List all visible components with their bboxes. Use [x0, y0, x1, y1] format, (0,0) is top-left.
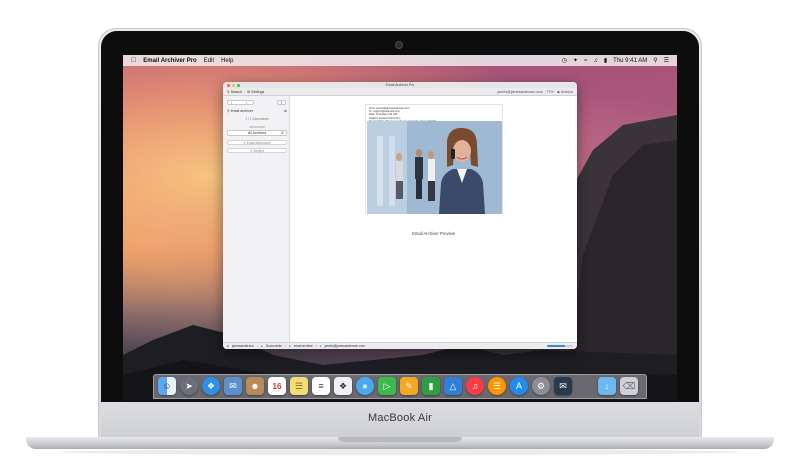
account-status: james@jamesandersen.com · 77%	[497, 89, 554, 94]
numbers-icon[interactable]: ▮	[422, 377, 440, 395]
battery-icon[interactable]: ▮	[604, 57, 607, 64]
brand-label: MacBook Air	[368, 412, 432, 424]
search-toolbar-button[interactable]: ⚲ Search	[227, 90, 242, 94]
menu-help[interactable]: Help	[221, 58, 233, 64]
window-toolbar: ⚲ Search ⚙ Settings james@jamesandersen.…	[223, 88, 577, 96]
close-button[interactable]	[227, 83, 230, 87]
window-controls	[227, 83, 240, 87]
sidebar-search-input[interactable]: email archiver	[231, 109, 253, 113]
bluetooth-icon[interactable]: ✦	[573, 57, 578, 64]
archive-select[interactable]: All Archives ⇵	[227, 130, 287, 136]
volume-icon[interactable]: ♫	[593, 58, 598, 64]
music-icon[interactable]: ♫	[466, 377, 484, 395]
archive-toolbar-button[interactable]: ▶ Archive	[557, 90, 573, 94]
email-addresses-placeholder: Email Addresses	[246, 141, 271, 145]
time-machine-icon[interactable]: ◷	[562, 57, 567, 64]
search-toolbar-label: Search	[230, 89, 243, 94]
pages-icon[interactable]: ✎	[400, 377, 418, 395]
messages-icon[interactable]: ●	[356, 377, 374, 395]
email-addresses-field[interactable]: ⚲ Email Addresses	[227, 140, 287, 145]
launchpad-icon[interactable]: ➤	[180, 377, 198, 395]
laptop-stage:  Email Archiver Pro Edit Help ◷ ✦ ≈ ♫ ▮…	[0, 0, 800, 460]
search-icon: ⚲	[227, 109, 230, 113]
preview-label: Email Archiver Preview	[412, 231, 455, 236]
settings-toolbar-label: Settings	[251, 89, 265, 94]
settings-toolbar-button[interactable]: ⚙ Settings	[247, 90, 264, 94]
trash-icon[interactable]: ⌫	[620, 377, 638, 395]
clear-search-icon[interactable]: ⊗	[284, 109, 287, 113]
facetime-icon[interactable]: ▷	[378, 377, 396, 395]
email-photo	[367, 121, 502, 214]
path-segment[interactable]: email archive	[294, 344, 313, 348]
sidebar: ‹ › ⇧ ⚲ email archiver ⊗ 1 / 1 Documents…	[223, 96, 290, 342]
contacts-icon[interactable]: ☻	[246, 377, 264, 395]
keynote-icon[interactable]: △	[444, 377, 462, 395]
window-title: Email Archiver Pro	[385, 83, 415, 87]
finder-icon[interactable]: ☺	[158, 377, 176, 395]
chevron-left-icon[interactable]: ‹	[231, 100, 232, 105]
select-arrows-icon: ⇵	[280, 131, 284, 135]
sidebar-search[interactable]: ⚲ email archiver ⊗	[227, 109, 287, 114]
menu-status-area: ◷ ✦ ≈ ♫ ▮ Thu 9:41 AM ⚲ ☰	[562, 57, 669, 65]
calendar-day: 16	[272, 381, 282, 391]
apple-menu-icon[interactable]: 	[131, 57, 136, 64]
path-segment[interactable]: james@jamesandersen.com	[325, 344, 365, 348]
archive-toolbar-label: Archive	[561, 89, 573, 94]
app-store-icon[interactable]: A	[510, 377, 528, 395]
path-segment[interactable]: jamesanderson	[232, 344, 254, 348]
calendar-icon[interactable]: 16	[268, 377, 286, 395]
search-icon: ⚲	[243, 141, 246, 145]
camera-icon	[395, 41, 403, 49]
path-bar: ● jamesanderson › ■ Documents › ■ email …	[223, 342, 577, 349]
spotlight-icon[interactable]: ⚲	[653, 57, 657, 64]
safari-icon[interactable]: ❖	[202, 377, 220, 395]
progress-fill	[547, 345, 566, 347]
folder-icon: ■	[260, 344, 263, 348]
menu-edit[interactable]: Edit	[204, 58, 214, 64]
desktop-screen:  Email Archiver Pro Edit Help ◷ ✦ ≈ ♫ ▮…	[123, 55, 677, 401]
photo-booth-icon[interactable]: ❖	[334, 377, 352, 395]
subject-field[interactable]: ⚲ Subject	[227, 148, 287, 153]
path-separator-icon: ›	[315, 344, 317, 348]
email-preview-card[interactable]: From: james@jamesandersen.com To: suppor…	[365, 104, 503, 214]
laptop-notch	[338, 437, 462, 442]
system-preferences-icon[interactable]: ⚙	[532, 377, 550, 395]
app-window: Email Archiver Pro ⚲ Search ⚙ Settings j…	[223, 82, 577, 349]
laptop-shadow	[60, 449, 740, 455]
notification-center-icon[interactable]: ☰	[664, 57, 669, 64]
menu-clock[interactable]: Thu 9:41 AM	[613, 58, 647, 64]
chevron-right-icon[interactable]: ›	[246, 100, 247, 105]
subject-placeholder: Subject	[253, 149, 264, 153]
menu-bar:  Email Archiver Pro Edit Help ◷ ✦ ≈ ♫ ▮…	[123, 55, 677, 66]
notes-icon[interactable]: ☰	[290, 377, 308, 395]
document-count: 1 / 1 Documents	[245, 117, 269, 121]
share-button[interactable]: ⇧	[277, 100, 286, 105]
archives-heading: ARCHIVES	[249, 125, 265, 129]
folder-icon: ■	[288, 344, 291, 348]
folder-icon: ■	[319, 344, 322, 348]
user-icon: ●	[227, 344, 229, 348]
ibooks-icon[interactable]: ☰	[488, 377, 506, 395]
wifi-icon[interactable]: ≈	[584, 58, 587, 64]
zoom-button[interactable]	[237, 83, 240, 87]
path-separator-icon: ›	[256, 344, 258, 348]
mail-stamp-icon[interactable]: ✉	[224, 377, 242, 395]
path-segment[interactable]: Documents	[266, 344, 282, 348]
menu-app-name[interactable]: Email Archiver Pro	[143, 58, 196, 64]
minimize-button[interactable]	[232, 83, 235, 87]
path-separator-icon: ›	[284, 344, 286, 348]
archive-progress-bar	[547, 345, 573, 347]
preview-pane: From: james@jamesandersen.com To: suppor…	[290, 96, 577, 342]
email-archiver-icon[interactable]: ✉	[554, 377, 572, 395]
archive-select-value: All Archives	[247, 131, 267, 135]
view-segmented-control[interactable]: ‹ ›	[227, 100, 254, 105]
downloads-folder-icon[interactable]: ↓	[598, 377, 616, 395]
reminders-icon[interactable]: ≡	[312, 377, 330, 395]
